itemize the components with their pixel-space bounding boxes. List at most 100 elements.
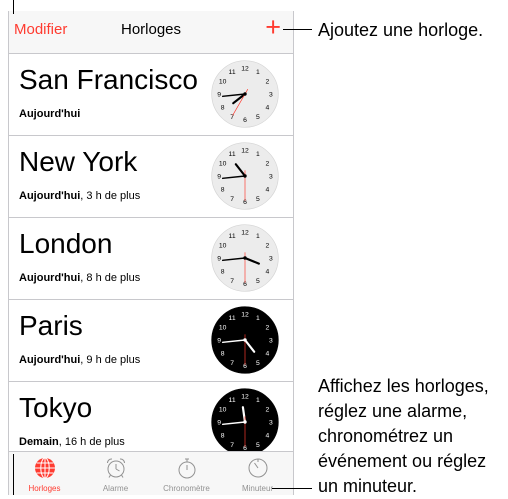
clock-number: 7 [230,196,234,203]
callout-line: chronométrez un [318,426,454,446]
tab-label: Horloges [28,484,61,493]
callout-line: un minuteur. [318,476,418,496]
analog-clock: 1 2 3 4 5 6 7 8 9 10 11 12 [211,60,279,128]
clock-center [243,174,247,178]
clock-center [243,92,247,96]
clock-number: 4 [265,432,269,439]
clock-number: 2 [265,160,269,167]
list-item[interactable]: San Francisco Aujourd'hui 1 2 3 4 5 6 7 8 9 10 11 1… [9,54,293,136]
city-name: London [19,228,113,259]
clock-face: 1234567891011 12 [211,60,279,128]
time-offset: Aujourd'hui, 8 h de plus [19,272,140,284]
clock-number: 12 [241,66,249,73]
day-label: Aujourd'hui [19,272,81,284]
clock-number: 2 [265,242,269,249]
day-label: Demain [19,436,59,448]
clock-number: 4 [265,268,269,275]
clock-face: 1234567891011 12 [211,224,279,292]
time-offset: Aujourd'hui [19,108,80,120]
clock-face: 1234567891011 12 [211,142,279,210]
clock-number: 10 [219,160,227,167]
callout-line: réglez une alarme, [318,401,468,421]
list-item[interactable]: London Aujourd'hui, 8 h de plus 12345678… [9,218,293,300]
list-item[interactable]: New York Aujourd'hui, 3 h de plus 123456… [9,136,293,218]
clock-number: 9 [217,337,221,344]
callout-line-add [283,29,312,30]
tab-alarm[interactable]: Alarme [80,452,151,495]
clock-number: 4 [265,104,269,111]
clock-number: 9 [217,255,221,262]
offset-label: , 16 h de plus [58,436,125,448]
clock-number: 11 [229,315,236,322]
clock-number: 1 [256,151,260,158]
clock-number: 1 [256,397,260,404]
offset-label: , 3 h de plus [80,190,141,202]
callout-line-edit [13,0,14,14]
clock-number: 3 [269,337,273,344]
alarm-clock-icon [106,458,125,478]
clock-center [243,338,247,342]
clock-number: 1 [256,315,260,322]
callout-line-tabs-left [13,454,14,495]
analog-clock: 1 2 3 4 5 6 7 8 9 10 11 12 [211,306,279,374]
time-offset: Aujourd'hui, 3 h de plus [19,190,140,202]
time-offset: Demain, 16 h de plus [19,436,125,448]
clock-number: 2 [265,406,269,413]
tab-label: Chronomètre [163,484,210,493]
clock-number: 11 [229,69,236,76]
clock-number: 3 [269,91,273,98]
time-offset: Aujourd'hui, 9 h de plus [19,354,140,366]
clock-number: 11 [229,151,236,158]
clock-number: 9 [217,173,221,180]
tab-stopwatch[interactable]: Chronomètre [151,452,222,495]
list-item[interactable]: Paris Aujourd'hui, 9 h de plus 123456789… [9,300,293,382]
tabs-callout: Affichez les horloges, réglez une alarme… [318,374,489,499]
clock-number: 10 [219,242,227,249]
page-title: Horloges [120,21,182,38]
add-clock-callout: Ajoutez une horloge. [318,20,484,40]
callout-line: Affichez les horloges, [318,376,489,396]
clock-number: 9 [217,419,221,426]
city-name: Paris [19,310,83,341]
clock-number: 1 [256,69,260,76]
clock-number: 8 [221,432,225,439]
clock-number: 8 [221,104,225,111]
tab-bar: Horloges Alarme Chronomètre Minuteur [9,451,293,495]
city-name: New York [19,146,138,177]
tab-clocks[interactable]: Horloges [9,452,80,495]
clock-list: San Francisco Aujourd'hui 1 2 3 4 5 6 7 8 9 10 11 1… [9,54,293,464]
clock-number: 1 [256,233,260,240]
clock-number: 11 [229,233,236,240]
clock-number: 4 [265,350,269,357]
clock-number: 11 [229,397,236,404]
analog-clock: 1 2 3 4 5 6 7 8 9 10 11 12 [211,142,279,210]
clock-number: 2 [265,324,269,331]
offset-label: , 8 h de plus [80,272,141,284]
clock-number: 7 [230,114,234,121]
clock-number: 10 [219,78,227,85]
analog-clock: 1 2 3 4 5 6 7 8 9 10 11 12 [211,224,279,292]
clock-number: 5 [256,196,260,203]
callout-line-tabs-right [272,488,312,489]
clock-number: 12 [241,312,249,319]
tab-label: Alarme [102,484,129,493]
clock-number: 10 [219,406,227,413]
callout-line: événement ou réglez [318,451,487,471]
day-label: Aujourd'hui [19,354,81,366]
clock-number: 5 [256,360,260,367]
timer-icon [248,458,267,478]
clock-number: 12 [241,148,249,155]
clock-number: 8 [221,350,225,357]
clock-number: 12 [241,394,249,401]
add-clock-button[interactable]: + [265,14,281,41]
clock-number: 9 [217,91,221,98]
clock-number: 4 [265,186,269,193]
clock-center [243,420,247,424]
clock-app-screen: Modifier Horloges + San Francisco Aujour… [8,11,294,495]
clock-number: 7 [230,360,234,367]
clock-number: 3 [269,255,273,262]
navigation-bar: Modifier Horloges + [9,11,293,54]
clock-number: 3 [269,173,273,180]
clock-number: 2 [265,78,269,85]
clock-face: 1234567891011 12 [211,306,279,374]
